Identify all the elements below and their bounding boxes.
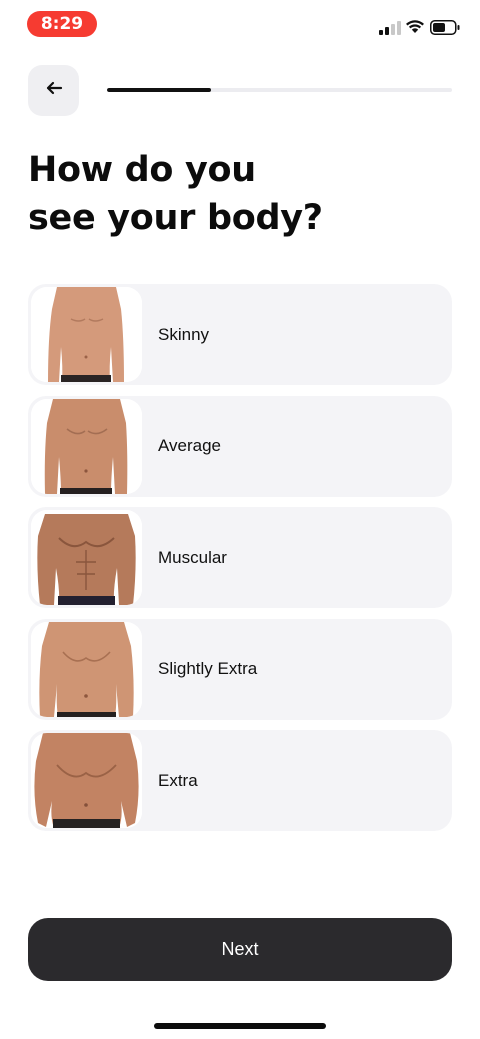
option-skinny[interactable]: Skinny [28,284,452,385]
muscular-torso-image [31,510,142,605]
back-button[interactable] [28,65,79,116]
status-time: 8:29 [27,11,97,37]
body-type-options: Skinny Average Muscular Slightly Extra E… [28,284,452,842]
slightly-extra-torso-image [31,621,142,717]
extra-torso-image [31,733,142,828]
option-label: Slightly Extra [158,659,258,678]
option-slightly-extra[interactable]: Slightly Extra [28,618,452,720]
option-muscular[interactable]: Muscular [28,507,452,608]
home-indicator[interactable] [154,1023,326,1029]
page-title: How do you see your body? [28,150,323,238]
status-bar: 8:29 [0,0,480,48]
option-label: Average [158,436,222,455]
progress-fill [107,88,211,92]
next-button[interactable]: Next [28,918,452,981]
wifi-icon [405,18,425,34]
progress-bar [107,88,452,92]
cellular-signal-icon [379,19,401,35]
arrow-left-icon [45,81,63,100]
option-label: Extra [158,770,198,790]
option-label: Skinny [158,324,210,344]
option-label: Muscular [158,547,227,567]
battery-icon [430,20,460,35]
option-extra[interactable]: Extra [28,730,452,831]
average-torso-image [31,398,142,494]
option-average[interactable]: Average [28,395,452,497]
skinny-torso-image [31,287,142,382]
